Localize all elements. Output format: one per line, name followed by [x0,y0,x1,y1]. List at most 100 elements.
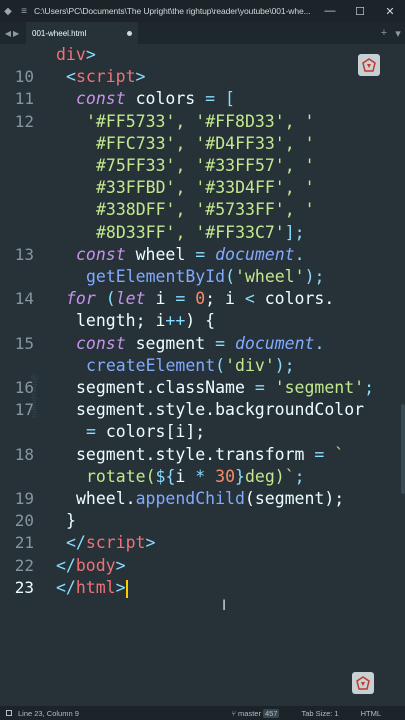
code-token: html [75,578,116,597]
code-text: segment.className = 'segment'; [76,377,374,399]
syntax-mode[interactable]: HTML [361,709,381,718]
code-token: ` [334,445,345,464]
code-line[interactable]: 17 segment.style.backgroundColor [0,399,405,421]
code-line[interactable]: rotate(${i * 30}deg)`; [0,466,405,488]
tab-label: 001-wheel.html [32,28,87,38]
code-text: getElementById('wheel'); [86,266,324,288]
code-line[interactable]: #75FF33', '#33FF57', ' [0,155,405,177]
window-title-path: C:\Users\PC\Documents\The Upright\the ri… [34,6,311,16]
code-token: segment.className [76,378,255,397]
close-button[interactable]: ✕ [375,0,405,22]
code-text: const segment = document. [76,333,324,355]
git-status[interactable]: ⑂ master 457 [231,708,280,718]
code-token: let [115,289,156,308]
line-number: 14 [14,289,34,308]
code-token: ); [304,267,325,286]
new-tab-button[interactable]: + [377,27,391,39]
text-cursor [125,579,128,598]
code-text: #33FFBD', '#33D4FF', ' [96,177,315,199]
code-token: } [235,467,245,486]
app-icon[interactable]: ◆ [0,0,16,22]
code-token: 'wheel' [235,267,305,286]
code-token: ++ [165,311,186,330]
code-token: > [115,578,126,597]
code-line[interactable]: div> [0,44,405,66]
status-bar: Line 23, Column 9 ⑂ master 457 Tab Size: … [0,706,405,720]
code-text: const wheel = document. [76,244,305,266]
branch-name: master [238,708,261,718]
code-line[interactable]: = colors[i]; [0,421,405,443]
code-token: ${ [155,467,176,486]
code-line[interactable]: 15 const segment = document. [0,333,405,355]
code-text: const colors = [ [76,88,235,110]
mouse-ibeam-cursor-icon: I [222,598,227,614]
line-number: 22 [14,556,34,575]
menu-icon[interactable]: ≡ [16,0,32,22]
code-token: for [66,289,106,308]
line-number: 10 [14,67,34,86]
code-token: ( [215,356,226,375]
code-token: const [76,89,136,108]
code-token: #338DFF', '#5733FF', ' [96,200,315,219]
code-line[interactable]: 14 for (let i = 0; i < colors. [0,288,405,310]
minimize-button[interactable]: — [315,0,345,22]
code-token: script [85,533,146,552]
maximize-button[interactable]: ☐ [345,0,375,22]
line-number: 16 [14,378,34,397]
tab-list-dropdown[interactable]: ▾ [391,27,405,40]
code-token: = [175,289,196,308]
code-line[interactable]: 13 const wheel = document. [0,244,405,266]
unsaved-dot-icon[interactable] [127,30,132,36]
code-text: } [66,510,76,532]
code-line[interactable]: 12 '#FF5733', '#FF8D33', ' [0,111,405,133]
tab-size-setting[interactable]: Tab Size: 1 [301,709,338,718]
code-token: '#FF5733', '#FF8D33', ' [86,112,315,131]
code-line[interactable]: getElementById('wheel'); [0,266,405,288]
code-line[interactable]: createElement('div'); [0,355,405,377]
code-token: ( [105,289,116,308]
code-token: > [145,533,156,552]
panel-toggle-icon[interactable] [6,710,12,716]
code-line[interactable]: 20} [0,510,405,532]
code-text: #75FF33', '#33FF57', ' [96,155,315,177]
code-line[interactable]: length; i++) { [0,310,405,332]
tab-001-wheel[interactable]: 001-wheel.html [26,22,138,44]
code-line[interactable]: #8D33FF', '#FF33C7']; [0,222,405,244]
code-token: = [195,245,216,264]
code-token: body [75,556,116,575]
code-line[interactable]: 23 </html> [0,577,405,599]
code-token: </ [66,533,86,552]
code-token: ) { [185,311,216,330]
code-token: div [56,45,86,64]
code-line[interactable]: 11 const colors = [ [0,88,405,110]
code-token: document [234,334,315,353]
code-line[interactable]: #FFC733', '#D4FF33', ' [0,133,405,155]
code-token: = [215,334,235,353]
code-token: = [ [205,89,235,108]
code-line[interactable]: #338DFF', '#5733FF', ' [0,199,405,221]
code-token: 'div' [225,356,275,375]
code-text: #FFC733', '#D4FF33', ' [96,133,315,155]
code-token: </ [56,556,76,575]
code-line[interactable]: 21 </script> [0,532,405,554]
code-line[interactable]: 10 <script> [0,66,405,88]
code-text: for (let i = 0; i < colors. [66,288,334,310]
code-token: > [135,67,146,86]
code-line[interactable]: #33FFBD', '#33D4FF', ' [0,177,405,199]
code-text: </script> [66,532,155,554]
code-token: < [66,67,76,86]
code-token: 0 [195,289,206,308]
code-editor[interactable]: @theupright div> 10 <script> 11 const colors… [0,44,405,706]
code-token: ]; [284,223,305,242]
code-line[interactable]: 18 segment.style.transform = ` [0,444,405,466]
code-line[interactable]: 16 segment.className = 'segment'; [0,377,405,399]
code-token: script [75,67,136,86]
code-line[interactable]: 19 wheel.appendChild(segment); [0,488,405,510]
tab-nav-arrows-icon[interactable]: ◀▶ [0,22,26,44]
cursor-position[interactable]: Line 23, Column 9 [18,709,79,718]
code-line[interactable]: 22 </body> [0,555,405,577]
code-text: wheel.appendChild(segment); [76,488,344,510]
code-text: segment.style.backgroundColor [76,399,364,421]
code-text: #338DFF', '#5733FF', ' [96,199,315,221]
line-number: 18 [14,445,34,464]
